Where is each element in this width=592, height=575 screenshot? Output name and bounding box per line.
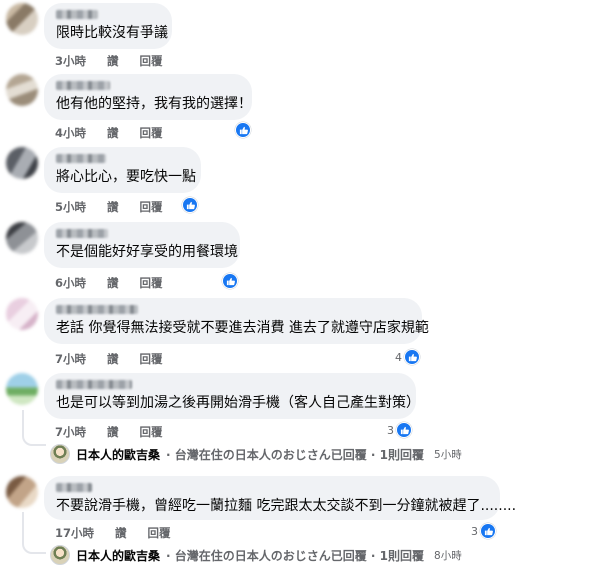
reply-button[interactable]: 回覆 (140, 54, 163, 68)
avatar (50, 444, 70, 464)
comment-time[interactable]: 5小時 (55, 200, 86, 214)
avatar[interactable] (6, 373, 38, 405)
commenter-name[interactable] (56, 10, 98, 19)
comment-bubble: 也是可以等到加湯之後再開始滑手機（客人自己產生對策） (44, 373, 420, 419)
thumbs-up-icon (235, 122, 251, 138)
reply-button[interactable]: 回覆 (140, 126, 163, 140)
reaction-summary[interactable]: 3 (387, 422, 412, 438)
comment-text: 不要說滑手機，曾經吃一蘭拉麵 吃完跟太太交談不到一分鐘就被趕了........ (56, 498, 517, 514)
avatar[interactable] (6, 74, 38, 106)
like-button[interactable]: 讚 (107, 126, 119, 140)
reply-button[interactable]: 回覆 (148, 526, 171, 540)
like-button[interactable]: 讚 (107, 276, 119, 290)
comment-bubble: 不是個能好好享受的用餐環境 (44, 222, 240, 268)
avatar[interactable] (6, 147, 38, 179)
commenter-name[interactable] (56, 154, 106, 163)
comment-text: 將心比心，要吃快一點 (56, 169, 196, 185)
thumbs-up-icon (480, 523, 496, 539)
like-button[interactable]: 讚 (115, 526, 127, 540)
thread-line (22, 410, 46, 446)
avatar[interactable] (6, 3, 38, 35)
avatar[interactable] (6, 476, 38, 508)
commenter-name[interactable] (56, 483, 92, 492)
like-button[interactable]: 讚 (107, 54, 119, 68)
comment-bubble: 限時比較沒有爭議 (44, 3, 172, 49)
reply-author[interactable]: 日本人的歐吉桑 (76, 446, 160, 463)
thumbs-up-icon (222, 273, 238, 289)
thumbs-up-icon (182, 197, 198, 213)
thumbs-up-icon (404, 349, 420, 365)
commenter-name[interactable] (56, 305, 138, 314)
reaction-summary[interactable] (182, 197, 200, 213)
like-button[interactable]: 讚 (107, 425, 119, 439)
reply-time: 5小時 (434, 448, 462, 461)
comment-bubble: 不要說滑手機，曾經吃一蘭拉麵 吃完跟太太交談不到一分鐘就被趕了........ (44, 476, 517, 520)
comment-actions: 7小時 讚 回覆 (55, 424, 180, 440)
comment-text: 也是可以等到加湯之後再開始滑手機（客人自己產生對策） (56, 395, 420, 411)
comment-time[interactable]: 7小時 (55, 425, 86, 439)
reaction-summary[interactable] (222, 273, 240, 289)
reply-button[interactable]: 回覆 (140, 200, 163, 214)
commenter-name[interactable] (56, 81, 110, 90)
reaction-count: 4 (395, 350, 402, 364)
reply-button[interactable]: 回覆 (140, 352, 163, 366)
thumbs-up-icon (396, 422, 412, 438)
comment-text: 不是個能好好享受的用餐環境 (56, 244, 238, 260)
comment-bubble: 老話 你覺得無法接受就不要進去消費 進去了就遵守店家規範 (44, 298, 429, 344)
reply-button[interactable]: 回覆 (140, 276, 163, 290)
comment-time[interactable]: 6小時 (55, 276, 86, 290)
comment-actions: 5小時 讚 回覆 (55, 199, 180, 215)
like-button[interactable]: 讚 (107, 200, 119, 214)
comment-time[interactable]: 3小時 (55, 54, 86, 68)
comment-time[interactable]: 4小時 (55, 126, 86, 140)
reply-summary-text[interactable]: · 台灣在住の日本人のおじさん已回覆 · 1則回覆 (166, 547, 424, 564)
reaction-count: 3 (387, 423, 394, 437)
comment-text: 限時比較沒有爭議 (56, 25, 168, 41)
comment-actions: 7小時 讚 回覆 (55, 351, 180, 367)
avatar (50, 545, 70, 565)
reply-author[interactable]: 日本人的歐吉桑 (76, 547, 160, 564)
comment-time[interactable]: 7小時 (55, 352, 86, 366)
reply-summary[interactable]: 日本人的歐吉桑 · 台灣在住の日本人のおじさん已回覆 · 1則回覆 5小時 (50, 444, 462, 464)
comment-time[interactable]: 17小時 (55, 526, 94, 540)
comment-bubble: 他有他的堅持，我有我的選擇！ (44, 74, 252, 120)
reply-summary-text[interactable]: · 台灣在住の日本人のおじさん已回覆 · 1則回覆 (166, 446, 424, 463)
comment-actions: 17小時 讚 回覆 (55, 525, 188, 541)
avatar[interactable] (6, 298, 38, 330)
commenter-name[interactable] (56, 229, 108, 238)
comment-actions: 6小時 讚 回覆 (55, 275, 180, 291)
comment-bubble: 將心比心，要吃快一點 (44, 147, 201, 193)
reaction-summary[interactable] (235, 122, 253, 138)
comment-actions: 3小時 讚 回覆 (55, 53, 180, 69)
reaction-summary[interactable]: 3 (471, 523, 496, 539)
like-button[interactable]: 讚 (107, 352, 119, 366)
reply-time: 8小時 (434, 549, 462, 562)
commenter-name[interactable] (56, 380, 132, 389)
comment-text: 老話 你覺得無法接受就不要進去消費 進去了就遵守店家規範 (56, 320, 429, 336)
reaction-count: 3 (471, 524, 478, 538)
reply-button[interactable]: 回覆 (140, 425, 163, 439)
comment-text: 他有他的堅持，我有我的選擇！ (56, 96, 252, 112)
reply-summary[interactable]: 日本人的歐吉桑 · 台灣在住の日本人のおじさん已回覆 · 1則回覆 8小時 (50, 545, 462, 565)
reaction-summary[interactable]: 4 (395, 349, 420, 365)
thread-line (22, 512, 46, 554)
avatar[interactable] (6, 222, 38, 254)
comment-actions: 4小時 讚 回覆 (55, 125, 180, 141)
